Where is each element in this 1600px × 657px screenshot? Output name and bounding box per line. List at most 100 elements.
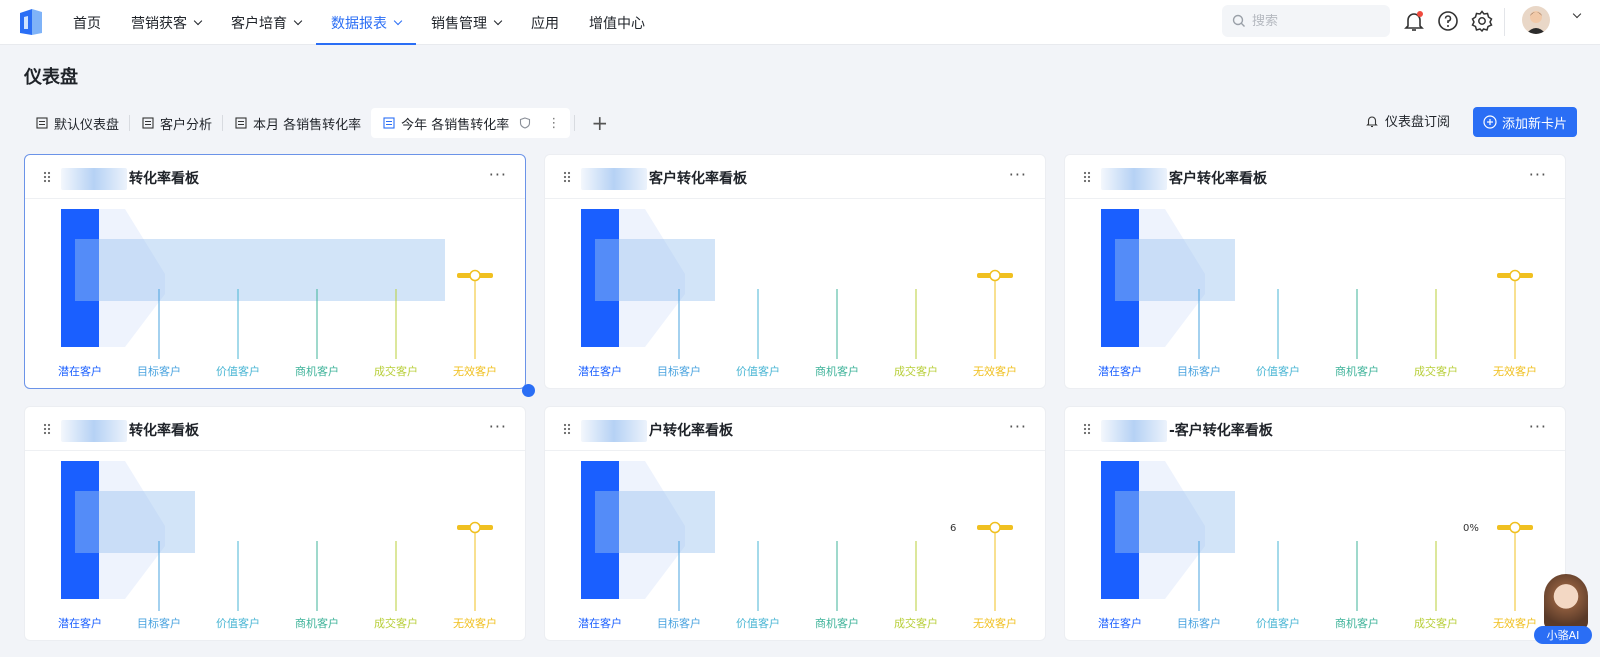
nav-item-sales[interactable]: 销售管理 — [416, 0, 516, 45]
top-nav-bar: 首页 营销获客 客户培育 数据报表 销售管理 应用 增值中心 — [0, 0, 1600, 45]
funnel-marker-dot — [1509, 521, 1521, 534]
page-title: 仪表盘 — [24, 67, 78, 88]
drag-handle-icon[interactable] — [1083, 423, 1091, 435]
funnel-card[interactable]: 转化率看板 ··· 潜在客户 目标客户 价值客户 商机客户 成交客户 无效客户 — [24, 154, 526, 389]
stage-label: 潜在客户 — [578, 364, 622, 378]
stage-label: 潜在客户 — [1098, 616, 1142, 630]
stage-label: 目标客户 — [657, 364, 701, 378]
shield-icon — [520, 117, 531, 129]
stage-label: 价值客户 — [216, 364, 260, 378]
redacted-overlay — [75, 491, 195, 553]
bell-icon[interactable] — [1402, 9, 1426, 33]
stage-label: 成交客户 — [894, 616, 938, 630]
tab-customer-analysis[interactable]: 客户分析 — [130, 108, 222, 138]
stage-label: 商机客户 — [815, 364, 859, 378]
more-options-icon[interactable]: ··· — [489, 165, 507, 184]
dashboard-icon — [235, 117, 247, 129]
funnel-chart: 潜在客户 目标客户 价值客户 商机客户 成交客户 无效客户 — [578, 209, 1017, 378]
funnel-chart: 潜在客户 目标客户 价值客户 商机客户 成交客户 无效客户 — [58, 209, 497, 378]
stage-label: 无效客户 — [973, 364, 1017, 378]
ai-assistant-label: 小骆AI — [1534, 626, 1592, 644]
card-title: 转化率看板 — [61, 420, 199, 442]
card-title: 客户转化率看板 — [581, 168, 747, 190]
stage-label: 商机客户 — [1335, 616, 1379, 630]
search-box[interactable] — [1222, 5, 1390, 37]
stage-label: 潜在客户 — [1098, 364, 1142, 378]
stage-label: 价值客户 — [736, 364, 780, 378]
more-options-icon[interactable]: ··· — [1009, 417, 1027, 436]
stage-label: 潜在客户 — [58, 364, 102, 378]
main-nav: 首页 营销获客 客户培育 数据报表 销售管理 应用 增值中心 — [58, 0, 660, 45]
funnel-chart: 潜在客户 目标客户 价值客户 商机客户 成交客户 无效客户 — [1098, 209, 1537, 378]
funnel-card[interactable]: 客户转化率看板 ··· 潜在客户 目标客户 价值客户 商机客户 成交客户 无效客户 — [544, 154, 1046, 389]
tab-year-sales-conversion[interactable]: 今年 各销售转化率 ⋮ — [371, 108, 571, 138]
ai-assistant[interactable]: 小骆AI — [1534, 574, 1596, 648]
stage-label: 成交客户 — [1414, 616, 1458, 630]
add-tab-button[interactable]: + — [591, 111, 608, 135]
more-options-icon[interactable]: ··· — [489, 417, 507, 436]
drag-handle-icon[interactable] — [43, 423, 51, 435]
nav-item-value-center[interactable]: 增值中心 — [574, 0, 660, 45]
tab-default-dashboard[interactable]: 默认仪表盘 — [24, 108, 129, 138]
stage-label: 商机客户 — [1335, 364, 1379, 378]
stage-label: 潜在客户 — [578, 616, 622, 630]
settings-icon[interactable] — [1470, 9, 1494, 33]
redacted-overlay — [595, 491, 715, 553]
redacted-text — [1101, 168, 1167, 190]
more-options-icon[interactable]: ··· — [1009, 165, 1027, 184]
tab-divider — [574, 115, 576, 131]
funnel-card[interactable]: 客户转化率看板 ··· 潜在客户 目标客户 价值客户 商机客户 成交客户 无效客户 — [1064, 154, 1566, 389]
nav-item-nurture[interactable]: 客户培育 — [216, 0, 316, 45]
nav-item-reports[interactable]: 数据报表 — [316, 0, 416, 45]
card-header: 转化率看板 ··· — [25, 407, 525, 451]
tab-more-icon[interactable]: ⋮ — [547, 116, 560, 131]
stage-label: 无效客户 — [1493, 616, 1537, 630]
funnel-marker-dot — [469, 521, 481, 534]
funnel-card[interactable]: -客户转化率看板 ··· 潜在客户 目标客户 价值客户 商机客户 成交客户 无效客户 0% — [1064, 406, 1566, 641]
stage-label: 价值客户 — [216, 616, 260, 630]
funnel-marker-dot — [989, 521, 1001, 534]
nav-item-apps[interactable]: 应用 — [516, 0, 574, 45]
dashboard-icon — [142, 117, 154, 129]
stage-label: 目标客户 — [1177, 364, 1221, 378]
stage-label: 无效客户 — [973, 616, 1017, 630]
stage-label: 成交客户 — [1414, 364, 1458, 378]
tab-month-sales-conversion[interactable]: 本月 各销售转化率 — [223, 108, 371, 138]
drag-handle-icon[interactable] — [43, 171, 51, 183]
chevron-down-icon — [293, 16, 303, 25]
drag-handle-icon[interactable] — [563, 423, 571, 435]
stage-label: 成交客户 — [894, 364, 938, 378]
dashboard-subscribe-button[interactable]: 仪表盘订阅 — [1365, 111, 1450, 130]
stage-label: 目标客户 — [137, 364, 181, 378]
user-avatar[interactable] — [1522, 6, 1550, 34]
stage-label: 价值客户 — [1256, 364, 1300, 378]
funnel-card[interactable]: 转化率看板 ··· 潜在客户 目标客户 价值客户 商机客户 成交客户 无效客户 — [24, 406, 526, 641]
app-logo-icon[interactable] — [16, 7, 46, 37]
redacted-overlay — [1115, 491, 1235, 553]
drag-handle-icon[interactable] — [1083, 171, 1091, 183]
dashboard-icon — [383, 117, 395, 129]
redacted-text — [1101, 420, 1167, 442]
add-card-button[interactable]: 添加新卡片 — [1473, 107, 1577, 137]
stage-label: 目标客户 — [1177, 616, 1221, 630]
nav-item-home[interactable]: 首页 — [58, 0, 116, 45]
chevron-down-icon — [493, 16, 503, 25]
resize-handle[interactable] — [522, 384, 535, 397]
help-icon[interactable] — [1436, 9, 1460, 33]
divider — [1504, 8, 1505, 36]
stage-label: 价值客户 — [736, 616, 780, 630]
dashboard-tabs: 默认仪表盘 客户分析 本月 各销售转化率 今年 各销售转化率 ⋮ + — [24, 108, 608, 138]
search-input[interactable] — [1252, 13, 1382, 29]
search-icon — [1232, 14, 1245, 27]
stage-label: 商机客户 — [815, 616, 859, 630]
redacted-overlay — [75, 239, 445, 301]
card-header: 户转化率看板 ··· — [545, 407, 1045, 451]
funnel-card[interactable]: 户转化率看板 ··· 潜在客户 目标客户 价值客户 商机客户 成交客户 无效客户 6 — [544, 406, 1046, 641]
redacted-overlay — [595, 239, 715, 301]
more-options-icon[interactable]: ··· — [1529, 417, 1547, 436]
nav-item-marketing[interactable]: 营销获客 — [116, 0, 216, 45]
drag-handle-icon[interactable] — [563, 171, 571, 183]
chevron-down-icon[interactable] — [1572, 9, 1582, 19]
redacted-overlay — [1115, 239, 1235, 301]
more-options-icon[interactable]: ··· — [1529, 165, 1547, 184]
